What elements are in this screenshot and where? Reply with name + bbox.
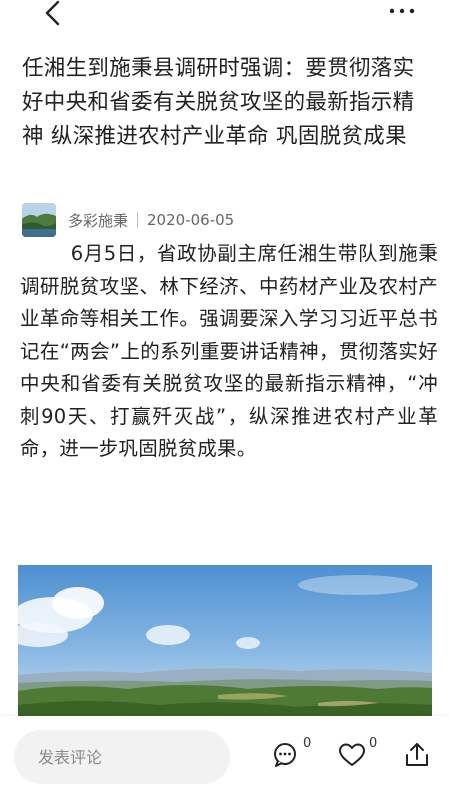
more-button[interactable] (382, 0, 422, 22)
like-button[interactable]: 0 (338, 736, 378, 772)
author-row: 多彩施秉 2020-06-05 (22, 203, 432, 237)
comment-input[interactable] (14, 730, 230, 784)
top-bar (0, 0, 450, 44)
share-button[interactable] (404, 742, 432, 772)
meta-divider (137, 212, 139, 228)
comment-button[interactable]: 0 (272, 736, 312, 772)
comment-count: 0 (303, 736, 312, 751)
heart-icon (339, 743, 365, 766)
author-name[interactable]: 多彩施秉 (68, 210, 128, 231)
comment-bubble-icon (274, 743, 296, 767)
article-photo[interactable] (18, 565, 432, 725)
article-body: 6月5日，省政协副主席任湘生带队到施秉调研脱贫攻坚、林下经济、中药材产业及农村产… (20, 242, 438, 460)
bottom-bar: 0 0 (0, 716, 450, 800)
more-dots-icon (389, 8, 415, 14)
back-button[interactable] (32, 0, 72, 28)
article-title: 任湘生到施秉县调研时强调：要贯彻落实好中央和省委有关脱贫攻坚的最新指示精神 纵深… (22, 56, 415, 149)
back-arrow-icon (45, 0, 60, 26)
like-count: 0 (369, 736, 378, 751)
publish-date: 2020-06-05 (147, 211, 235, 229)
article-page: 任湘生到施秉县调研时强调：要贯彻落实好中央和省委有关脱贫攻坚的最新指示精神 纵深… (0, 0, 450, 800)
author-avatar[interactable] (22, 203, 56, 237)
share-icon (406, 743, 428, 766)
